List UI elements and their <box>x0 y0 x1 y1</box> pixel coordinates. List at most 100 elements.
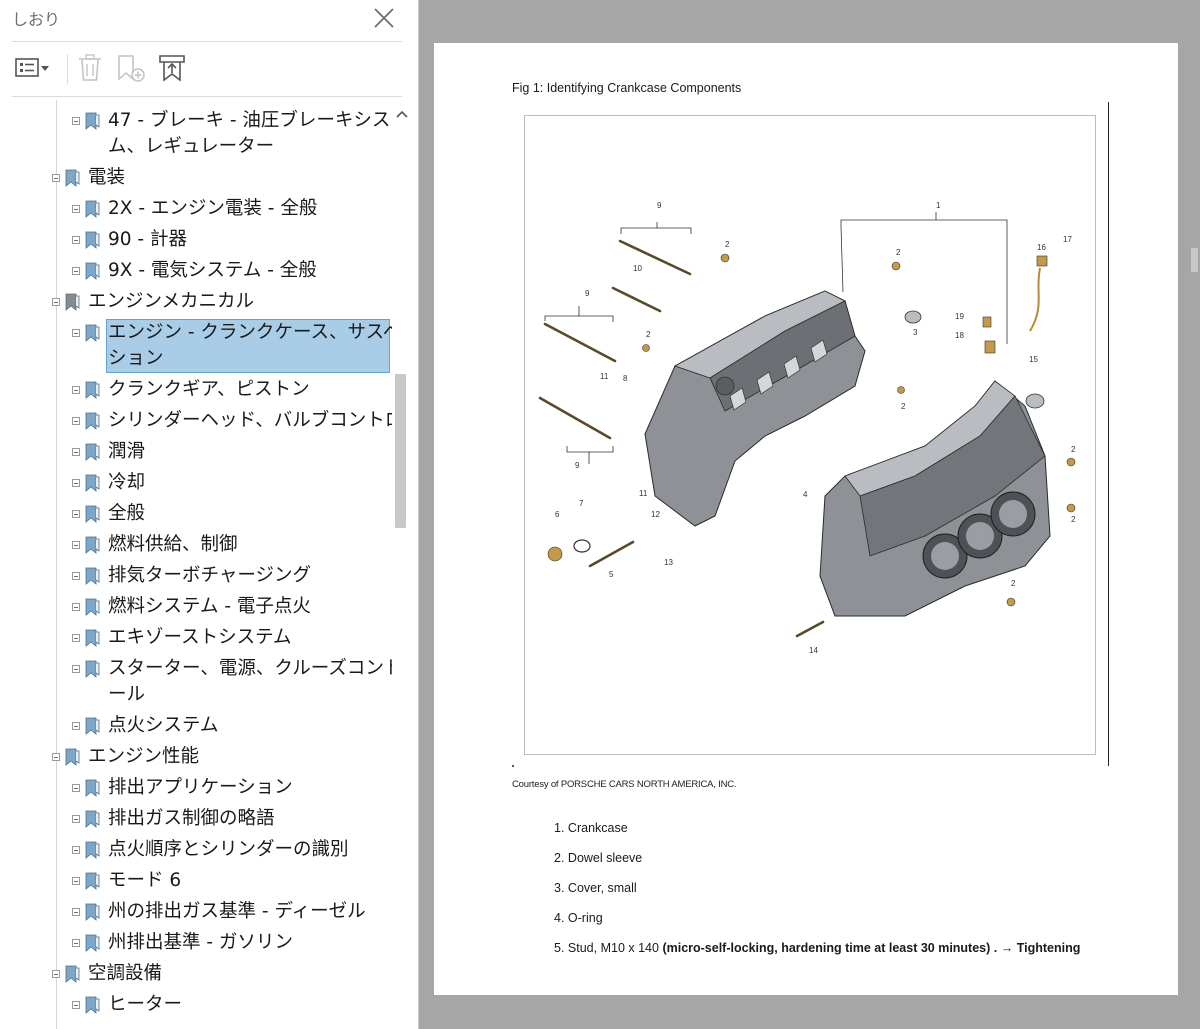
bookmark-item[interactable]: 州の排出ガス基準 - ディーゼル <box>0 899 392 925</box>
bookmark-icon <box>62 747 82 767</box>
expand-toggle-icon[interactable] <box>72 603 80 611</box>
bookmark-label: ション <box>108 348 164 369</box>
callout-number: 8 <box>623 374 628 383</box>
bookmark-label: エキゾーストシステム <box>108 627 292 648</box>
bookmark-item[interactable]: 90 - 計器 <box>0 227 392 253</box>
bookmark-item[interactable]: エンジン性能 <box>0 744 392 770</box>
expand-toggle-icon[interactable] <box>72 541 80 549</box>
figure-dot <box>512 765 514 767</box>
bookmark-item[interactable]: ヒーター <box>0 992 392 1018</box>
tightening-link[interactable]: . → Tightening <box>994 941 1081 955</box>
callout-number: 2 <box>1071 445 1076 454</box>
expand-toggle-icon[interactable] <box>72 236 80 244</box>
expand-toggle-icon[interactable] <box>72 572 80 580</box>
part-list-item: 1. Crankcase <box>554 821 628 835</box>
expand-toggle-icon[interactable] <box>52 970 60 978</box>
expand-toggle-icon[interactable] <box>72 117 80 125</box>
expand-bookmark-button[interactable] <box>154 52 190 84</box>
expand-toggle-icon[interactable] <box>72 417 80 425</box>
toolbar-vertical-divider <box>67 54 68 84</box>
document-page: Fig 1: Identifying Crankcase Components <box>434 43 1178 995</box>
bookmark-item[interactable]: エキゾーストシステム <box>0 625 392 651</box>
bookmark-item[interactable]: 冷却 <box>0 470 392 496</box>
crankcase-figure: 1 2 2 2 2 2 2 2 3 4 5 6 7 8 9 9 9 10 11 11 12 13 14 15 16 17 18 19 <box>524 115 1096 755</box>
bookmark-icon <box>62 964 82 984</box>
bookmark-item[interactable]: エンジンメカニカル <box>0 289 392 315</box>
bookmark-item[interactable]: 点火システム <box>0 713 392 739</box>
expand-toggle-icon[interactable] <box>72 634 80 642</box>
bookmark-label: 潤滑 <box>108 441 146 462</box>
expand-toggle-icon[interactable] <box>72 815 80 823</box>
close-panel-button[interactable] <box>370 4 398 32</box>
figure-margin-line <box>1108 102 1109 766</box>
expand-toggle-icon[interactable] <box>72 784 80 792</box>
expand-toggle-icon[interactable] <box>72 939 80 947</box>
bookmark-item[interactable]: スターター、電源、クルーズコントロ ール <box>0 656 392 708</box>
callout-number: 2 <box>896 248 901 257</box>
delete-bookmark-button[interactable] <box>76 52 104 84</box>
bookmark-item[interactable]: エンジン - クランクケース、サスペン ション <box>0 319 392 373</box>
bookmark-item[interactable]: 排気ターボチャージング <box>0 563 392 589</box>
bookmark-label: 空調設備 <box>88 963 163 984</box>
expand-toggle-icon[interactable] <box>72 722 80 730</box>
bookmark-icon <box>82 871 102 891</box>
bookmark-item[interactable]: 燃料システム - 電子点火 <box>0 594 392 620</box>
callout-number: 19 <box>955 312 964 321</box>
bookmark-label: エンジンメカニカル <box>88 291 254 312</box>
bookmarks-panel: しおり 47 - ブレーキ - 油圧ブレーキシステ ム、レギュレーター 電装 2… <box>0 0 419 1029</box>
list-options-icon <box>15 58 49 77</box>
bookmark-item[interactable]: 州排出基準 - ガソリン <box>0 930 392 956</box>
part-name: Cover, small <box>567 881 637 895</box>
expand-toggle-icon[interactable] <box>72 1001 80 1009</box>
expand-toggle-icon[interactable] <box>72 510 80 518</box>
bookmark-item[interactable]: 潤滑 <box>0 439 392 465</box>
bookmark-item[interactable]: 排出アプリケーション <box>0 775 392 801</box>
bookmark-item[interactable]: 2X - エンジン電装 - 全般 <box>0 196 392 222</box>
expand-toggle-icon[interactable] <box>72 386 80 394</box>
bookmark-label: ヒーター <box>108 994 183 1015</box>
expand-toggle-icon[interactable] <box>72 267 80 275</box>
expand-toggle-icon[interactable] <box>72 877 80 885</box>
expand-toggle-icon[interactable] <box>72 329 80 337</box>
part-name: Stud, M10 x 140 <box>567 941 659 955</box>
bookmark-item[interactable]: 空調設備 <box>0 961 392 987</box>
bookmark-item[interactable]: クランクギア、ピストン <box>0 377 392 403</box>
bookmark-icon <box>82 380 102 400</box>
bookmarks-scrollbar[interactable] <box>392 100 412 1029</box>
expand-toggle-icon[interactable] <box>52 174 60 182</box>
callout-number: 11 <box>639 489 648 498</box>
bookmark-icon <box>82 778 102 798</box>
callout-number: 18 <box>955 331 964 340</box>
scroll-up-icon[interactable] <box>394 106 410 122</box>
expand-toggle-icon[interactable] <box>72 908 80 916</box>
bookmark-label: モード 6 <box>108 870 182 891</box>
bookmark-item[interactable]: 全般 <box>0 501 392 527</box>
expand-toggle-icon[interactable] <box>72 665 80 673</box>
document-scrollbar[interactable] <box>1189 0 1200 1029</box>
expand-toggle-icon[interactable] <box>52 753 60 761</box>
new-bookmark-button[interactable] <box>114 52 148 84</box>
bookmarks-scroll-thumb[interactable] <box>395 374 406 528</box>
bookmark-item[interactable]: 燃料供給、制御 <box>0 532 392 558</box>
callout-number: 7 <box>579 499 584 508</box>
bookmark-item[interactable]: シリンダーヘッド、バルブコントロール <box>0 408 392 434</box>
bookmark-item[interactable]: 47 - ブレーキ - 油圧ブレーキシステ ム、レギュレーター <box>0 108 392 160</box>
bookmark-item[interactable]: 点火順序とシリンダーの識別 <box>0 837 392 863</box>
bookmark-item[interactable]: モード 6 <box>0 868 392 894</box>
bookmark-item[interactable]: 排出ガス制御の略語 <box>0 806 392 832</box>
expand-toggle-icon[interactable] <box>72 448 80 456</box>
expand-toggle-icon[interactable] <box>72 479 80 487</box>
callout-number: 2 <box>1071 515 1076 524</box>
expand-toggle-icon[interactable] <box>72 846 80 854</box>
document-scroll-thumb[interactable] <box>1191 248 1198 272</box>
part-name: Crankcase <box>567 821 628 835</box>
bookmark-item[interactable]: 9X - 電気システム - 全般 <box>0 258 392 284</box>
callout-number: 9 <box>585 289 590 298</box>
bookmark-icon <box>82 473 102 493</box>
bookmark-item[interactable]: 電装 <box>0 165 392 191</box>
close-icon <box>374 8 394 28</box>
bookmark-icon <box>82 902 102 922</box>
expand-toggle-icon[interactable] <box>52 298 60 306</box>
expand-toggle-icon[interactable] <box>72 205 80 213</box>
bookmark-options-button[interactable] <box>14 52 54 84</box>
